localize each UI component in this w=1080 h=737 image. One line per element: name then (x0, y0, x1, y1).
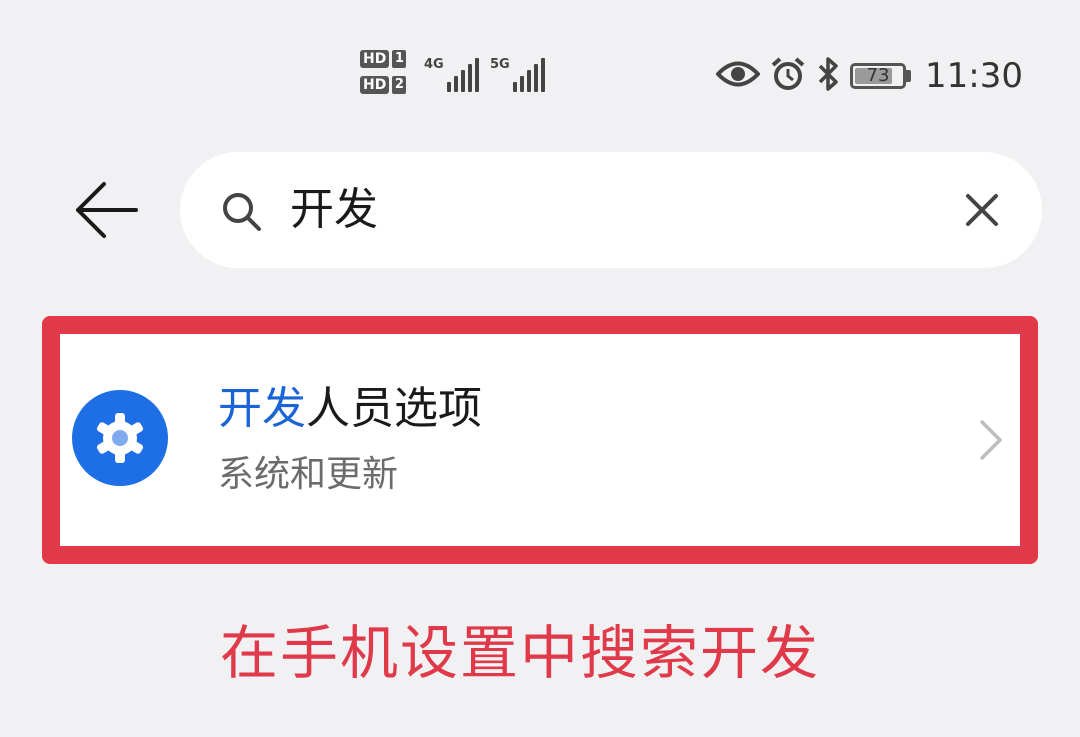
close-icon (966, 194, 998, 226)
sim-index: 1 (392, 50, 407, 68)
chevron-right-icon (978, 418, 1004, 466)
battery-tip (906, 70, 911, 82)
annotation-caption: 在手机设置中搜索开发 (219, 619, 820, 687)
signal-strength-sim1: 4G (424, 58, 479, 92)
signal-bars-icon (512, 58, 545, 92)
result-subtitle: 系统和更新 (218, 454, 399, 495)
hd-badge: HD (360, 50, 390, 68)
signal-bars-icon (446, 58, 479, 92)
result-title: 开发人员选项 (218, 382, 482, 436)
status-icons: 73 11:30 (715, 56, 1023, 96)
battery-icon: 73 (850, 63, 906, 89)
settings-app-icon (72, 390, 168, 486)
gear-icon (96, 413, 144, 463)
sim2-indicator: HD 2 (360, 76, 407, 94)
search-input[interactable]: 开发 (290, 182, 378, 238)
result-title-match: 开发 (218, 383, 306, 434)
bluetooth-icon (816, 56, 840, 96)
network-type: 5G (490, 57, 510, 72)
arrow-left-icon (76, 182, 138, 238)
eye-icon (715, 59, 761, 93)
clock: 11:30 (925, 56, 1023, 96)
alarm-icon (770, 56, 806, 96)
hd-badge: HD (360, 76, 390, 94)
network-type: 4G (424, 57, 444, 72)
search-result-developer-options[interactable]: 开发人员选项 系统和更新 (60, 334, 1020, 546)
battery-level: 73 (866, 65, 890, 86)
search-bar[interactable]: 开发 (180, 152, 1042, 268)
sim-indicators: HD 1 HD 2 (360, 50, 407, 102)
back-button[interactable] (72, 178, 142, 242)
signal-strength-sim2: 5G (490, 58, 545, 92)
search-icon (220, 190, 264, 238)
status-bar: HD 1 HD 2 4G 5G 73 11:30 (0, 0, 1080, 150)
sim1-indicator: HD 1 (360, 50, 407, 68)
result-title-rest: 人员选项 (306, 383, 482, 434)
sim-index: 2 (392, 76, 407, 94)
clear-search-button[interactable] (962, 190, 1002, 230)
